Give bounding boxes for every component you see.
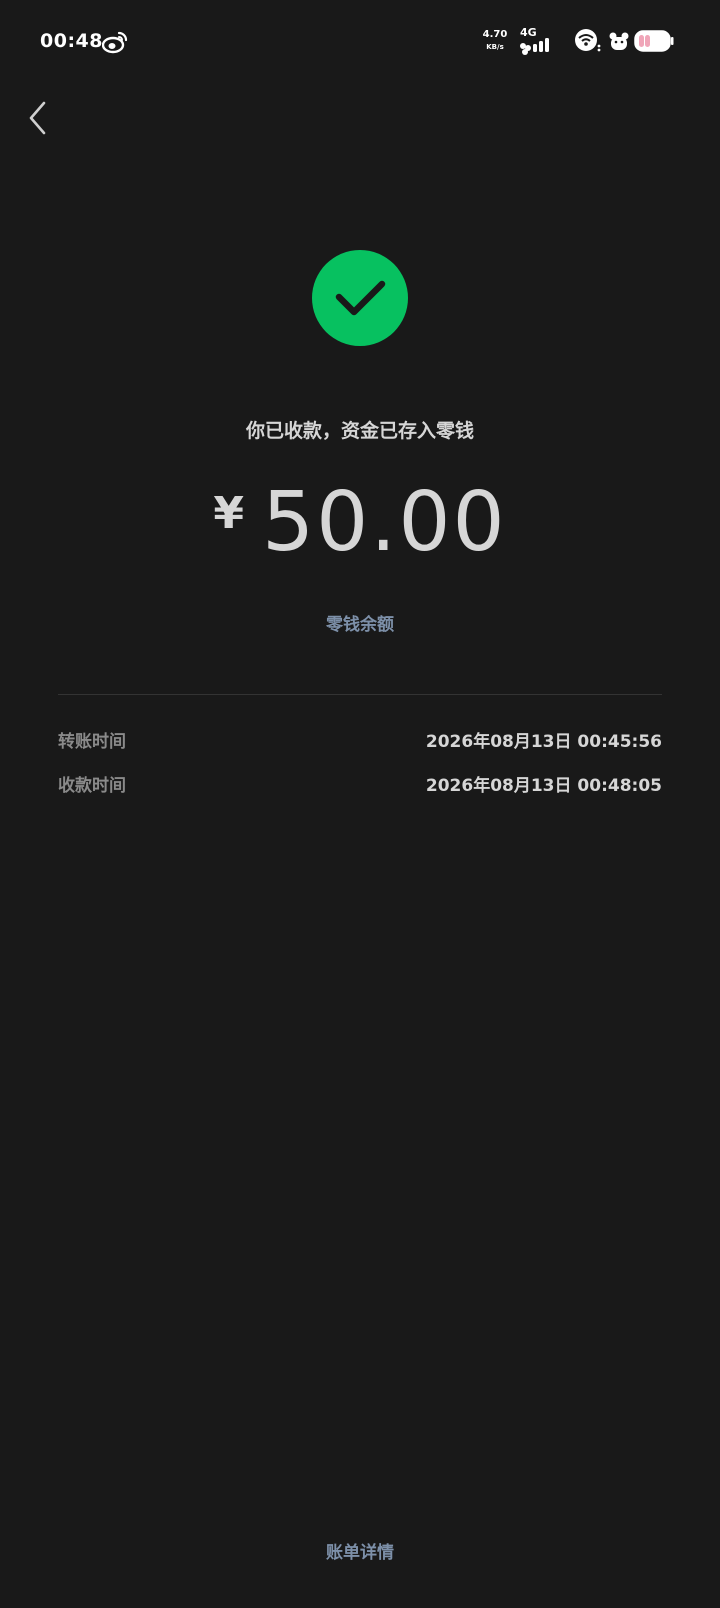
detail-value: 2026年08月13日 00:48:05 — [425, 775, 662, 796]
currency-symbol: ¥ — [213, 488, 244, 539]
back-button[interactable] — [18, 96, 58, 140]
battery-icon — [634, 30, 674, 52]
signal-icon: 4G — [518, 26, 564, 56]
balance-link[interactable]: 零钱余额 — [0, 610, 720, 635]
pet-icon — [609, 32, 629, 50]
net-speed-value: 4.70 — [482, 29, 508, 40]
net-speed: 4.70 KB/s — [478, 30, 512, 51]
bill-details-link[interactable]: 账单详情 — [0, 1538, 720, 1563]
net-speed-unit: KB/s — [486, 43, 504, 51]
divider — [58, 694, 662, 695]
status-time: 00:48 — [40, 30, 103, 52]
receipt-message: 你已收款，资金已存入零钱 — [245, 420, 474, 442]
check-circle-icon — [312, 250, 408, 346]
chevron-left-icon — [29, 101, 46, 135]
status-bar: 00:48 4.70 KB/s 4G — [0, 0, 720, 84]
detail-row-transfer-time: 转账时间 2026年08月13日 00:45:56 — [58, 724, 662, 754]
amount-display: ¥ 50.00 — [0, 478, 720, 568]
detail-row-receipt-time: 收款时间 2026年08月13日 00:48:05 — [58, 768, 662, 798]
detail-label: 收款时间 — [58, 775, 126, 796]
checkmark-icon — [335, 280, 386, 316]
wifi-icon — [575, 29, 601, 52]
detail-value: 2026年08月13日 00:45:56 — [425, 731, 662, 752]
weibo-icon — [102, 31, 128, 54]
detail-label: 转账时间 — [58, 731, 126, 752]
amount-value: 50.00 — [261, 475, 507, 570]
